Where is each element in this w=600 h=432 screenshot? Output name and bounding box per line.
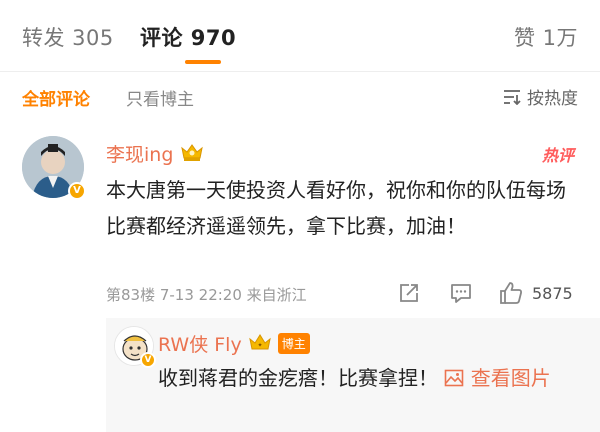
- like-count: 5875: [532, 284, 573, 303]
- comment-text: 本大唐第一天使投资人看好你，祝你和你的队伍每场比赛都经济遥遥领先，拿下比赛，加油…: [106, 178, 566, 238]
- sort-button[interactable]: 按热度: [503, 84, 578, 109]
- verified-badge-icon: V: [68, 182, 86, 200]
- comment-header: 李现ing: [106, 140, 205, 167]
- filter-all-comments[interactable]: 全部评论: [22, 85, 90, 110]
- share-icon[interactable]: [397, 281, 421, 309]
- hot-comment-tag: 热评: [541, 146, 574, 165]
- sort-label: 按热度: [527, 89, 578, 109]
- image-icon: [444, 366, 470, 390]
- like-thumb-icon[interactable]: [498, 281, 524, 309]
- reply-block[interactable]: V RW侠 Fly ✦ 博主 收到蒋君的金疙瘩！比赛拿捏！ 查看图片: [106, 318, 600, 432]
- tab-bar: 转发 305 评论 970 赞 1万: [0, 0, 600, 72]
- tab-comment[interactable]: 评论 970: [140, 22, 236, 52]
- svg-text:✦: ✦: [257, 342, 262, 349]
- active-tab-indicator: [185, 60, 221, 64]
- tab-like[interactable]: 赞 1万: [514, 22, 578, 52]
- comment-meta: 第83楼 7-13 22:20 来自浙江 5875: [106, 281, 576, 307]
- view-picture-link[interactable]: 查看图片: [444, 366, 551, 390]
- comment-meta-text: 第83楼 7-13 22:20 来自浙江: [106, 286, 307, 304]
- reply-crown-icon: ✦: [248, 332, 272, 356]
- view-picture-label-2: 图片: [510, 366, 551, 390]
- reply-text-body: 收到蒋君的金疙瘩！比赛拿捏！: [158, 366, 438, 390]
- filter-owner-only[interactable]: 只看博主: [126, 85, 194, 110]
- sort-icon: [503, 89, 521, 105]
- username[interactable]: 李现ing: [106, 140, 173, 167]
- comment-icon[interactable]: [449, 281, 473, 309]
- view-picture-label-1: 查看: [470, 366, 511, 390]
- crown-icon: [179, 142, 205, 166]
- reply-username[interactable]: RW侠 Fly: [158, 330, 242, 357]
- owner-badge: 博主: [277, 333, 310, 354]
- tab-forward[interactable]: 转发 305: [22, 22, 114, 52]
- reply-verified-badge-icon: V: [140, 352, 156, 368]
- reply-header: RW侠 Fly ✦ 博主: [158, 330, 310, 357]
- filter-bar: 全部评论 只看博主 按热度: [0, 72, 600, 118]
- reply-text: 收到蒋君的金疙瘩！比赛拿捏！ 查看图片: [158, 362, 578, 394]
